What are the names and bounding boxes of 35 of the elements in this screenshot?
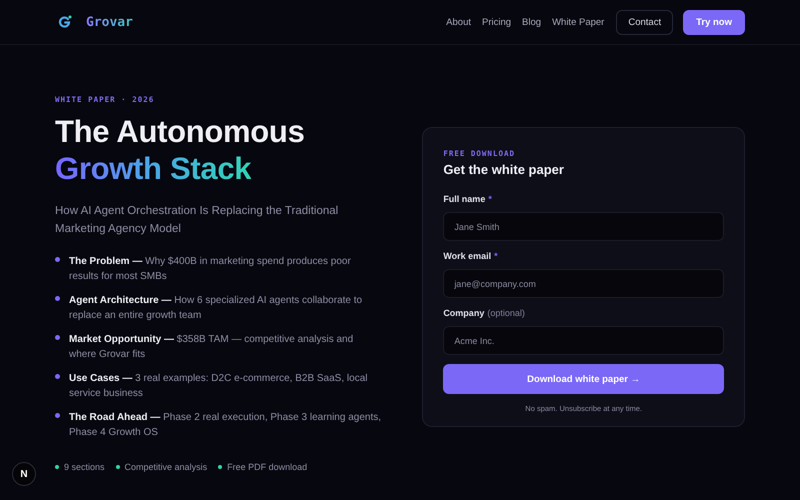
nav-link[interactable]: Blog bbox=[522, 16, 542, 28]
bullet-dot bbox=[55, 413, 60, 418]
bullet-text: The Road Ahead — Phase 2 real execution, Phase 3 learning agents, Phase 4 Growth OS bbox=[69, 411, 382, 440]
field-label: Work email * bbox=[443, 251, 499, 261]
logo-icon[interactable] bbox=[58, 15, 72, 29]
input-field[interactable]: jane@company.com bbox=[443, 269, 724, 298]
field-label: Company (optional) bbox=[443, 308, 526, 318]
nav-link[interactable]: White Paper bbox=[552, 16, 604, 28]
brand-name[interactable]: Grovar bbox=[86, 14, 133, 30]
meta-dot bbox=[116, 465, 120, 469]
nav-link[interactable]: About bbox=[446, 16, 471, 28]
bullet-dot bbox=[55, 257, 60, 262]
meta-text: 9 sections bbox=[64, 462, 105, 472]
try-now-button[interactable]: Try now bbox=[683, 10, 745, 34]
card-title: Get the white paper bbox=[443, 162, 565, 177]
download-button[interactable]: Download white paper → bbox=[443, 364, 724, 394]
meta-text: Free PDF download bbox=[227, 462, 308, 472]
contact-button[interactable]: Contact bbox=[616, 10, 674, 34]
input-field[interactable]: Acme Inc. bbox=[443, 326, 724, 355]
bullet-text: Use Cases — 3 real examples: D2C e-commerce, B2B SaaS, local service business bbox=[69, 372, 368, 401]
bullet-text: The Problem — Why $400B in marketing spend produces poor results for most SMBs bbox=[69, 255, 352, 284]
nav-link[interactable]: Pricing bbox=[482, 16, 512, 28]
field-label: Full name * bbox=[443, 194, 493, 204]
bullet-dot bbox=[55, 335, 60, 340]
hero-title: The Autonomous bbox=[55, 113, 305, 150]
meta-dot bbox=[218, 465, 222, 469]
input-field[interactable]: Jane Smith bbox=[443, 212, 724, 241]
bullet-text: Agent Architecture — How 6 specialized AI agents collaborate to replace an entire growth team bbox=[69, 294, 364, 323]
meta-dot bbox=[55, 465, 59, 469]
hero-subtitle: How AI Agent Orchestration Is Replacing the Traditional Marketing Agency Model bbox=[55, 204, 340, 237]
meta-text: Competitive analysis bbox=[124, 462, 208, 472]
bullet-text: Market Opportunity — $358B TAM — competitive analysis and where Grovar fits bbox=[69, 333, 354, 362]
bullet-dot bbox=[55, 374, 60, 379]
dev-tools-button[interactable]: N bbox=[12, 462, 36, 486]
bullet-dot bbox=[55, 296, 60, 301]
